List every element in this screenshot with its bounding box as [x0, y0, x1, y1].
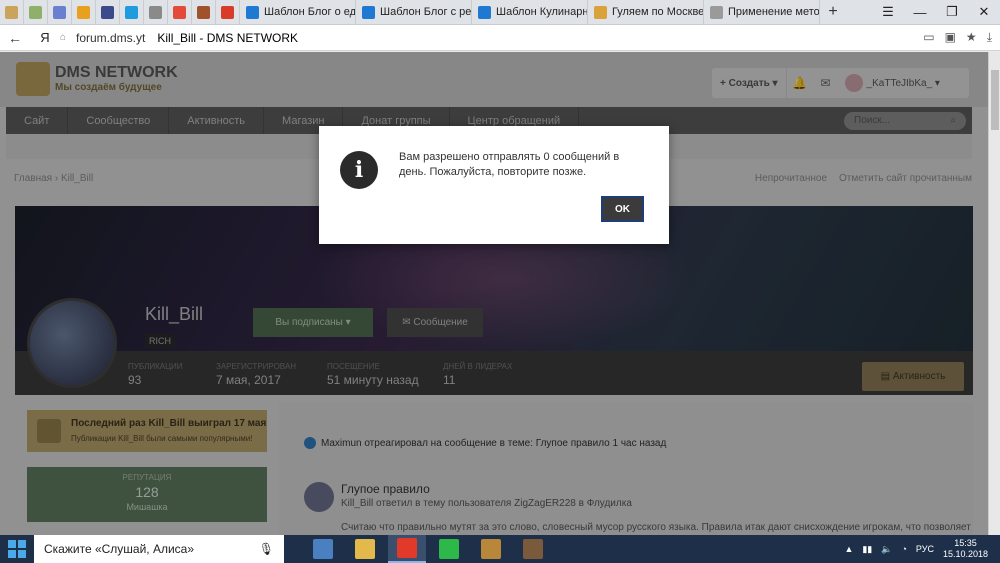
minimize-icon[interactable]: — — [904, 0, 936, 25]
clock[interactable]: 15:35 15.10.2018 — [943, 538, 988, 560]
tab-label: Применение методс — [728, 6, 820, 18]
alert-dialog: i Вам разрешено отправлять 0 сообщений в… — [319, 126, 669, 244]
yandex-home-button[interactable]: Я — [30, 30, 60, 45]
pinned-tab[interactable] — [48, 0, 72, 25]
pinned-tab[interactable] — [168, 0, 192, 25]
download-icon[interactable]: ⤓ — [987, 30, 992, 45]
pinned-tab[interactable] — [96, 0, 120, 25]
network-icon[interactable]: ▮▮ — [862, 544, 872, 555]
folder-icon — [355, 539, 375, 559]
taskbar-app[interactable] — [472, 535, 510, 563]
pinned-tab[interactable] — [144, 0, 168, 25]
clock-date: 15.10.2018 — [942, 549, 988, 559]
tray-up-arrow-icon[interactable]: ▲ — [844, 544, 853, 554]
pinned-tab[interactable] — [216, 0, 240, 25]
favicon-icon — [246, 5, 259, 19]
taskbar-app[interactable] — [514, 535, 552, 563]
volume-icon[interactable]: 🔈 — [881, 544, 892, 555]
tab-label: Шаблон Кулинарны — [496, 6, 588, 18]
favicon-icon — [710, 5, 723, 19]
play-icon — [439, 539, 459, 559]
taskbar-search-text: Скажите «Слушай, Алиса» — [44, 542, 195, 556]
url-host[interactable]: forum.dms.yt — [76, 31, 145, 45]
notes-icon — [29, 5, 42, 19]
lock-icon[interactable]: ⌂ — [60, 32, 76, 43]
new-tab-button[interactable]: + — [820, 3, 846, 21]
favicon-icon — [594, 5, 607, 19]
bookmark-star-icon[interactable]: ★ — [966, 30, 977, 45]
tab-label: Шаблон Блог о еде | — [264, 6, 356, 18]
scrollbar-thumb[interactable] — [991, 70, 999, 130]
music-icon — [77, 5, 90, 19]
wifi-icon[interactable]: ◔ — [901, 544, 906, 554]
minecraft-icon — [523, 539, 543, 559]
calculator-icon — [313, 539, 333, 559]
tab-label: Шаблон Блог с реце — [380, 6, 472, 18]
discord-icon — [53, 5, 66, 19]
back-button[interactable]: ← — [0, 30, 30, 46]
yandex-browser-icon — [397, 538, 417, 558]
info-icon: i — [340, 151, 378, 189]
favicon-icon — [362, 5, 375, 19]
alert-message: Вам разрешено отправлять 0 сообщений в д… — [399, 151, 620, 178]
mail-icon — [173, 5, 186, 19]
reader-icon[interactable]: ▭ — [923, 30, 934, 45]
start-button[interactable] — [0, 535, 34, 563]
taskbar: Скажите «Слушай, Алиса» 🎙 ▲ ▮▮ 🔈 ◔ РУС 1… — [0, 535, 1000, 563]
browser-tab[interactable]: Гуляем по Москве — [588, 0, 704, 25]
pinned-tab[interactable] — [72, 0, 96, 25]
protect-icon[interactable]: ▣ — [945, 30, 956, 45]
close-icon[interactable]: ✕ — [968, 0, 1000, 25]
web-page: DMS NETWORK Мы создаём будущее + Создать… — [0, 52, 988, 535]
record-icon — [149, 5, 162, 19]
page-title[interactable]: Kill_Bill - DMS NETWORK — [157, 31, 298, 45]
skype-icon — [125, 5, 138, 19]
pinned-tab[interactable] — [0, 0, 24, 25]
maximize-icon[interactable]: ❐ — [936, 0, 968, 25]
microphone-icon[interactable]: 🎙 — [259, 542, 274, 556]
taskbar-app[interactable] — [388, 535, 426, 563]
pinned-tab[interactable] — [24, 0, 48, 25]
character-icon — [197, 5, 210, 19]
pinned-tab[interactable] — [192, 0, 216, 25]
taskbar-search-input[interactable]: Скажите «Слушай, Алиса» 🎙 — [34, 535, 284, 563]
browser-tab[interactable]: Применение методс — [704, 0, 820, 25]
page-scrollbar[interactable] — [988, 52, 1000, 535]
tab-bar: Шаблон Блог о еде | Шаблон Блог с реце Шаб… — [0, 0, 1000, 25]
ok-button[interactable]: OK — [601, 196, 644, 222]
ms-icon — [221, 5, 234, 19]
pinned-tab[interactable] — [120, 0, 144, 25]
taskbar-app[interactable] — [430, 535, 468, 563]
language-indicator[interactable]: РУС — [916, 544, 934, 554]
tab-label: Гуляем по Москве — [612, 6, 704, 18]
browser-tab[interactable]: Шаблон Блог с реце — [356, 0, 472, 25]
modal-overlay[interactable] — [0, 52, 988, 535]
browser-tab[interactable]: Шаблон Кулинарны — [472, 0, 588, 25]
taskbar-app[interactable] — [346, 535, 384, 563]
menu-icon[interactable]: ☰ — [872, 0, 904, 25]
browser-tab[interactable]: Шаблон Блог о еде | — [240, 0, 356, 25]
character-icon — [481, 539, 501, 559]
taskbar-app[interactable] — [304, 535, 342, 563]
clock-time: 15:35 — [954, 538, 977, 548]
app-icon — [101, 5, 114, 19]
yandex-icon — [5, 5, 18, 19]
windows-logo-icon — [8, 540, 26, 558]
address-bar: ← Я ⌂ forum.dms.yt Kill_Bill - DMS NETWO… — [0, 25, 1000, 51]
favicon-icon — [478, 5, 491, 19]
